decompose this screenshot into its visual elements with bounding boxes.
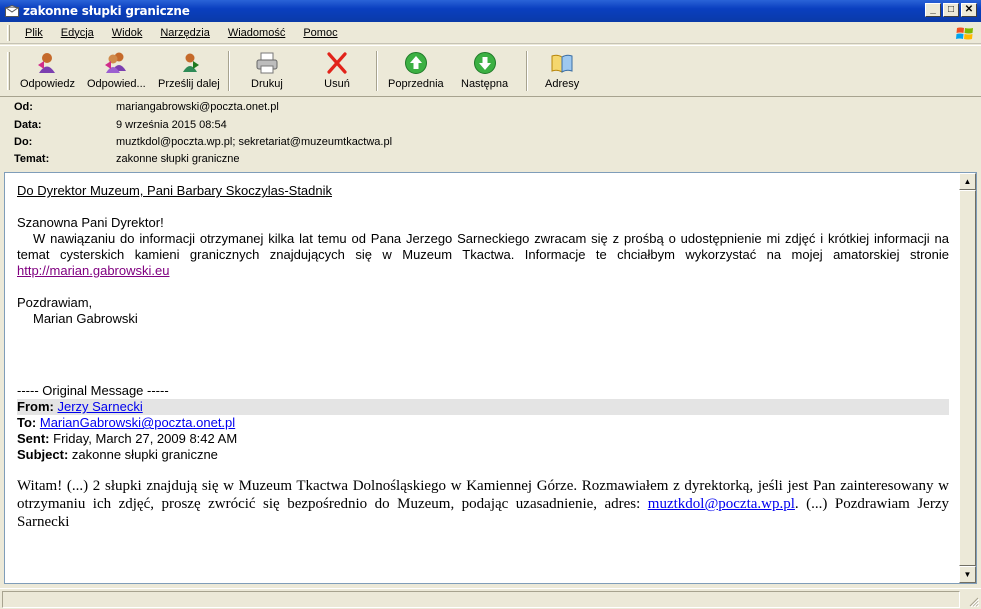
close-button[interactable]: ✕ bbox=[961, 3, 977, 17]
to-value: muztkdol@poczta.wp.pl; sekretariat@muzeu… bbox=[116, 136, 393, 148]
reply-all-button[interactable]: Odpowied... bbox=[87, 51, 146, 93]
toolbar-separator bbox=[376, 51, 378, 91]
closing: Pozdrawiam, bbox=[17, 295, 93, 310]
orig-to-link[interactable]: MarianGabrowski@poczta.onet.pl bbox=[40, 415, 235, 430]
orig-to: To: MarianGabrowski@poczta.onet.pl bbox=[17, 415, 949, 431]
menu-view[interactable]: Widok bbox=[103, 27, 152, 39]
orig-from: From: Jerzy Sarnecki bbox=[17, 399, 949, 415]
original-message-header: ----- Original Message ----- bbox=[17, 383, 169, 398]
orig-sent-value: Friday, March 27, 2009 8:42 AM bbox=[53, 431, 238, 446]
print-label: Drukuj bbox=[251, 78, 283, 90]
orig-subject-label: Subject: bbox=[17, 447, 69, 462]
from-value: mariangabrowski@poczta.onet.pl bbox=[116, 101, 279, 113]
site-link[interactable]: http://marian.gabrowski.eu bbox=[17, 263, 169, 278]
reply-icon bbox=[35, 51, 61, 75]
reply-all-label: Odpowied... bbox=[87, 78, 146, 90]
date-label: Data: bbox=[14, 119, 42, 131]
orig-sent-label: Sent: bbox=[17, 431, 50, 446]
menu-help[interactable]: Pomoc bbox=[294, 27, 346, 39]
subject-value: zakonne słupki graniczne bbox=[116, 153, 240, 165]
scroll-thumb[interactable] bbox=[959, 190, 976, 566]
previous-button[interactable]: Poprzednia bbox=[388, 51, 444, 93]
window-title: zakonne słupki graniczne bbox=[23, 4, 190, 18]
date-value: 9 września 2015 08:54 bbox=[116, 119, 227, 131]
address-book-icon bbox=[549, 51, 575, 75]
vertical-scrollbar[interactable]: ▲ ▼ bbox=[959, 173, 976, 583]
toolbar-grip[interactable] bbox=[7, 52, 10, 90]
resize-grip-icon[interactable] bbox=[967, 595, 980, 608]
minimize-button[interactable]: _ bbox=[925, 3, 941, 17]
maximize-button[interactable]: □ bbox=[943, 3, 959, 17]
previous-label: Poprzednia bbox=[388, 78, 444, 90]
title-bar: zakonne słupki graniczne _ □ ✕ bbox=[0, 0, 981, 22]
next-label: Następna bbox=[461, 78, 509, 90]
to-label: Do: bbox=[14, 136, 33, 148]
reply-all-icon bbox=[103, 51, 129, 75]
addresses-button[interactable]: Adresy bbox=[545, 51, 579, 93]
toolbar-separator bbox=[228, 51, 230, 91]
delete-label: Usuń bbox=[324, 78, 350, 90]
envelope-icon bbox=[5, 4, 19, 17]
request-paragraph: W nawiązaniu do informacji otrzymanej ki… bbox=[17, 231, 949, 279]
forward-label: Prześlij dalej bbox=[158, 78, 220, 90]
orig-subject: Subject: zakonne słupki graniczne bbox=[17, 447, 949, 463]
arrow-down-icon bbox=[472, 51, 498, 75]
delete-x-icon bbox=[324, 51, 350, 75]
menu-file[interactable]: Plik bbox=[16, 27, 52, 39]
orig-to-label: To: bbox=[17, 415, 37, 430]
arrow-up-icon bbox=[403, 51, 429, 75]
recipient-line: Do Dyrektor Muzeum, Pani Barbary Skoczyl… bbox=[17, 183, 333, 198]
addresses-label: Adresy bbox=[545, 78, 580, 90]
message-headers: Od: mariangabrowski@poczta.onet.pl Data:… bbox=[0, 97, 981, 169]
menu-tools[interactable]: Narzędzia bbox=[151, 27, 219, 39]
header-subject: Temat: zakonne słupki graniczne bbox=[14, 152, 240, 166]
print-button[interactable]: Drukuj bbox=[251, 51, 283, 93]
toolbar: Odpowiedz Odpowied... Prześlij dalej Dru… bbox=[0, 45, 981, 97]
menu-grip[interactable] bbox=[7, 24, 10, 41]
orig-from-label: From: bbox=[17, 399, 54, 414]
quoted-paragraph: Witam! (...) 2 słupki znajdują się w Muz… bbox=[17, 477, 949, 531]
orig-sent: Sent: Friday, March 27, 2009 8:42 AM bbox=[17, 431, 949, 447]
forward-icon bbox=[176, 51, 202, 75]
greeting: Szanowna Pani Dyrektor! bbox=[17, 215, 164, 230]
scroll-up-button[interactable]: ▲ bbox=[959, 173, 976, 190]
delete-button[interactable]: Usuń bbox=[324, 51, 350, 93]
header-date: Data: 9 września 2015 08:54 bbox=[14, 118, 227, 132]
header-to: Do: muztkdol@poczta.wp.pl; sekretariat@m… bbox=[14, 135, 392, 149]
header-from: Od: mariangabrowski@poczta.onet.pl bbox=[14, 100, 279, 114]
menu-edit[interactable]: Edycja bbox=[52, 27, 103, 39]
windows-logo-icon bbox=[955, 24, 975, 44]
status-bar bbox=[0, 588, 981, 609]
next-button[interactable]: Następna bbox=[461, 51, 508, 93]
message-body: Do Dyrektor Muzeum, Pani Barbary Skoczyl… bbox=[17, 183, 949, 531]
printer-icon bbox=[254, 51, 280, 75]
signature: Marian Gabrowski bbox=[33, 311, 138, 326]
status-pane bbox=[2, 591, 960, 608]
request-text: W nawiązaniu do informacji otrzymanej ki… bbox=[17, 231, 949, 262]
forward-button[interactable]: Prześlij dalej bbox=[158, 51, 220, 93]
orig-from-link[interactable]: Jerzy Sarnecki bbox=[57, 399, 142, 414]
menu-message[interactable]: Wiadomość bbox=[219, 27, 294, 39]
from-label: Od: bbox=[14, 101, 33, 113]
orig-subject-value: zakonne słupki graniczne bbox=[71, 447, 218, 462]
scroll-down-button[interactable]: ▼ bbox=[959, 566, 976, 583]
message-pane[interactable]: Do Dyrektor Muzeum, Pani Barbary Skoczyl… bbox=[4, 172, 977, 584]
reply-button[interactable]: Odpowiedz bbox=[20, 51, 75, 93]
reply-label: Odpowiedz bbox=[20, 78, 76, 90]
toolbar-separator bbox=[526, 51, 528, 91]
menu-bar: Plik Edycja Widok Narzędzia Wiadomość Po… bbox=[0, 22, 981, 44]
quoted-email-link[interactable]: muztkdol@poczta.wp.pl bbox=[648, 496, 795, 512]
subject-label: Temat: bbox=[14, 153, 50, 165]
